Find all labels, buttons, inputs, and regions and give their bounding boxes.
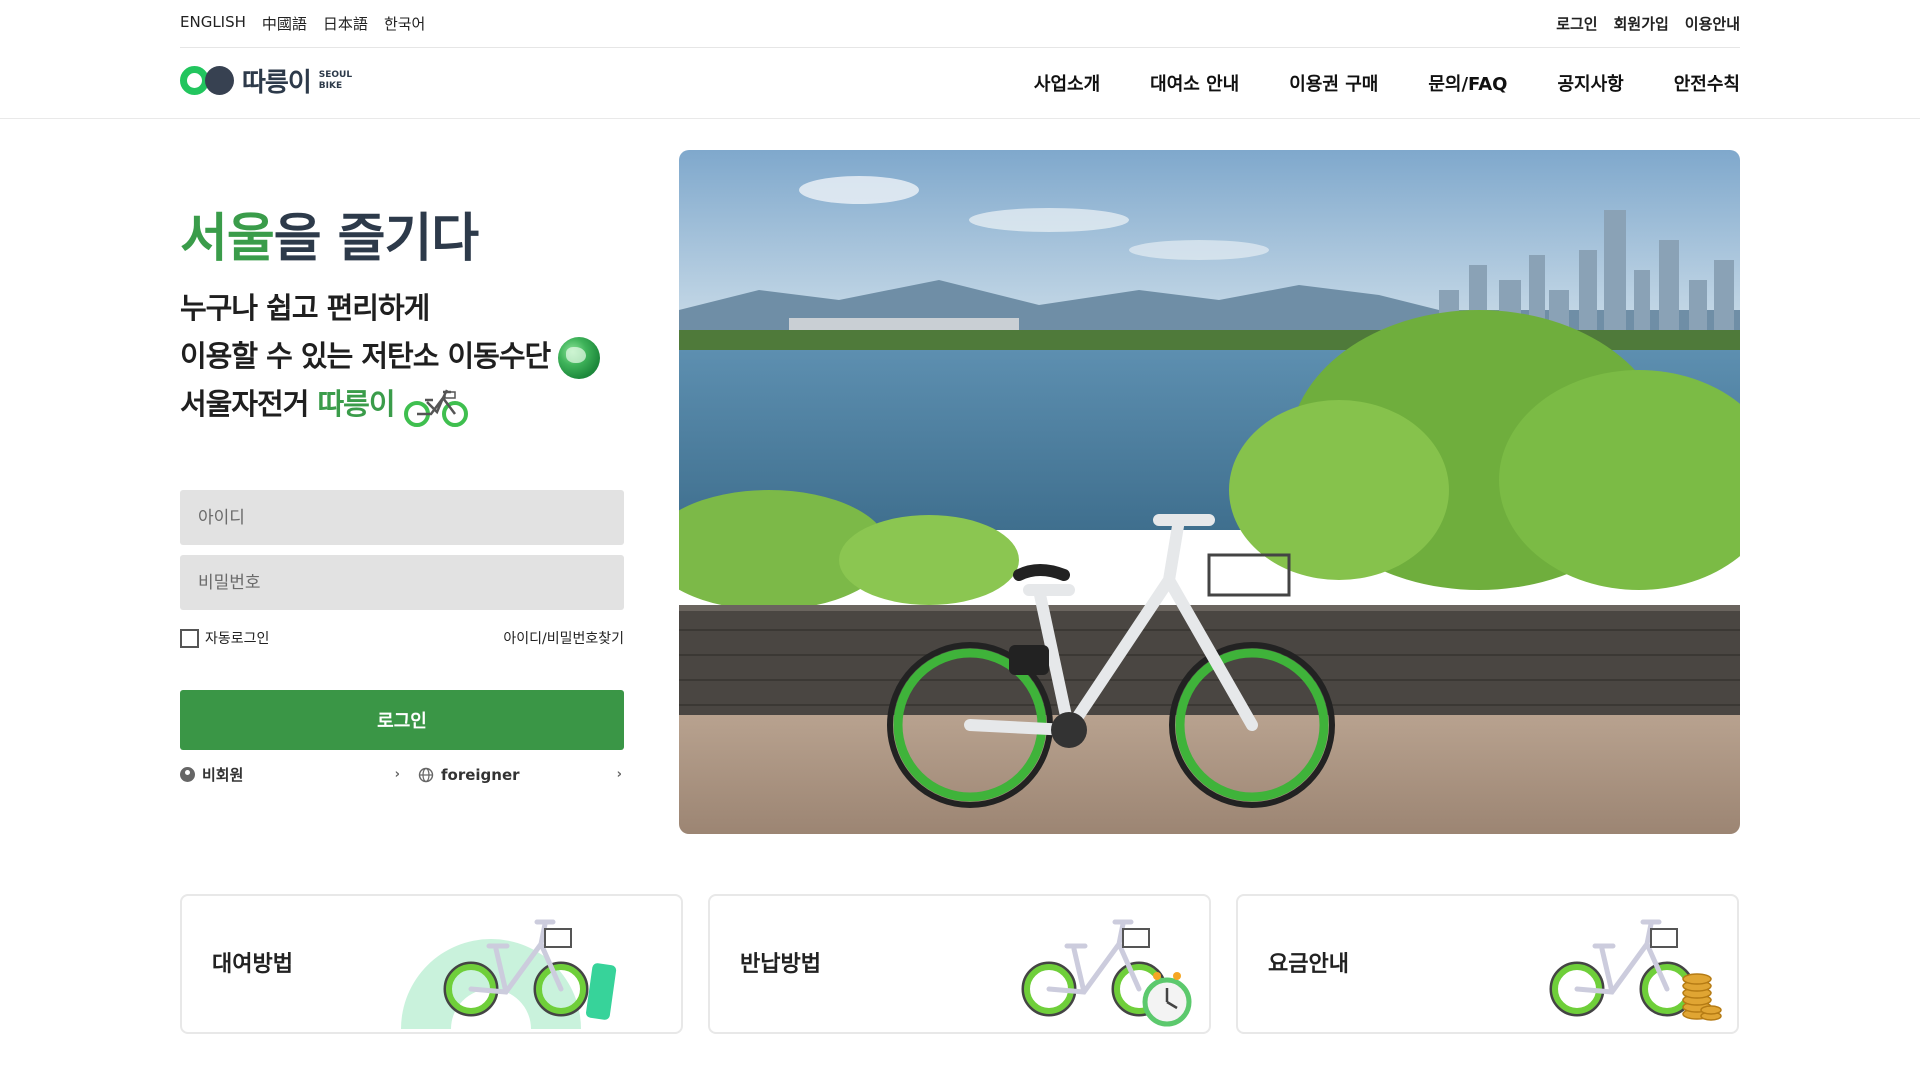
auto-login-label: 자동로그인 — [205, 631, 270, 647]
login-options-row: 자동로그인 아이디/비밀번호찾기 — [180, 628, 624, 648]
hero-line-1: 누구나 쉽고 편리하게 — [180, 291, 430, 325]
lang-chinese-link[interactable]: 中國語 — [262, 13, 307, 34]
logo-mark-icon — [180, 66, 234, 95]
nav-faq[interactable]: 문의/FAQ — [1428, 70, 1507, 96]
card-fare-guide[interactable]: 요금안내 — [1236, 894, 1739, 1034]
card-rental-method-label: 대여방법 — [212, 952, 293, 977]
bike-coins-illustration-icon — [1549, 919, 1722, 1021]
foreigner-label: foreigner — [441, 765, 520, 784]
main-header: 따릉이 SEOUL BIKE 사업소개 대여소 안내 이용권 구매 문의/FAQ… — [0, 48, 1920, 119]
password-input[interactable] — [180, 555, 624, 610]
hero-line-3-prefix: 서울자전거 — [180, 387, 318, 421]
logo-sub-seoul: SEOUL — [318, 69, 353, 80]
bike-icon — [403, 389, 468, 427]
nav-stations[interactable]: 대여소 안내 — [1150, 70, 1239, 96]
hero-photo — [679, 150, 1740, 834]
lang-japanese-link[interactable]: 日本語 — [323, 13, 368, 34]
top-login-link[interactable]: 로그인 — [1556, 13, 1597, 34]
user-icon — [180, 767, 195, 782]
nav-notice[interactable]: 공지사항 — [1558, 70, 1624, 96]
auto-login-checkbox[interactable]: 자동로그인 — [180, 628, 269, 648]
card-return-method-label: 반납방법 — [740, 952, 821, 977]
hero-line-3-row: 서울자전거 따릉이 — [180, 380, 600, 428]
nav-safety[interactable]: 안전수칙 — [1674, 70, 1740, 96]
logo-sub-bike: BIKE — [318, 80, 343, 91]
checkbox-icon — [180, 628, 199, 648]
top-utility-bar: ENGLISH 中國語 日本語 한국어 로그인 회원가입 이용안내 — [180, 0, 1740, 48]
hero-subtitle: 누구나 쉽고 편리하게 이용할 수 있는 저탄소 이동수단 서울자전거 따릉이 — [180, 284, 601, 428]
guest-login-link[interactable]: 비회원 › — [180, 764, 402, 785]
chevron-right-icon: › — [616, 767, 622, 782]
hero-title: 서울을 즐기다 — [180, 196, 479, 271]
main-nav: 사업소개 대여소 안내 이용권 구매 문의/FAQ 공지사항 안전수칙 — [1034, 70, 1740, 96]
lang-english-link[interactable]: ENGLISH — [180, 13, 246, 34]
find-account-link[interactable]: 아이디/비밀번호찾기 — [503, 628, 624, 648]
login-button[interactable]: 로그인 — [180, 690, 624, 750]
globe-outline-icon — [418, 767, 434, 782]
hero-line-3-highlight: 따릉이 — [317, 387, 396, 421]
nav-about[interactable]: 사업소개 — [1034, 70, 1100, 96]
hero-line-2-row: 이용할 수 있는 저탄소 이동수단 — [180, 332, 601, 380]
bike-phone-illustration-icon — [401, 919, 617, 1029]
utility-links: 로그인 회원가입 이용안내 — [1556, 13, 1740, 34]
signup-link[interactable]: 회원가입 — [1614, 13, 1669, 34]
guest-label: 비회원 — [202, 766, 244, 784]
card-return-method[interactable]: 반납방법 — [708, 894, 1211, 1034]
lang-korean-link[interactable]: 한국어 — [384, 13, 425, 34]
nav-buy-pass[interactable]: 이용권 구매 — [1289, 70, 1378, 96]
username-input[interactable] — [180, 490, 624, 545]
logo-subtext: SEOUL BIKE — [319, 70, 352, 92]
card-rental-method[interactable]: 대여방법 — [180, 894, 683, 1034]
alternate-login-row: 비회원 › foreigner › — [180, 764, 624, 785]
foreigner-link-content: foreigner — [418, 766, 520, 784]
foreigner-login-link[interactable]: foreigner › — [402, 764, 624, 785]
usage-guide-link[interactable]: 이용안내 — [1685, 13, 1740, 34]
logo[interactable]: 따릉이 SEOUL BIKE — [180, 62, 352, 99]
hero-title-highlight: 서울 — [180, 209, 275, 269]
logo-text: 따릉이 — [242, 68, 312, 98]
globe-icon — [558, 337, 601, 379]
chevron-right-icon: › — [394, 767, 400, 782]
guest-link-content: 비회원 — [180, 764, 243, 785]
bike-clock-illustration-icon — [1021, 919, 1192, 1027]
language-selector: ENGLISH 中國語 日本語 한국어 — [180, 13, 425, 34]
hero-title-rest: 을 즐기다 — [273, 209, 479, 269]
hero-line-2: 이용할 수 있는 저탄소 이동수단 — [180, 339, 551, 373]
card-fare-guide-label: 요금안내 — [1268, 952, 1349, 977]
